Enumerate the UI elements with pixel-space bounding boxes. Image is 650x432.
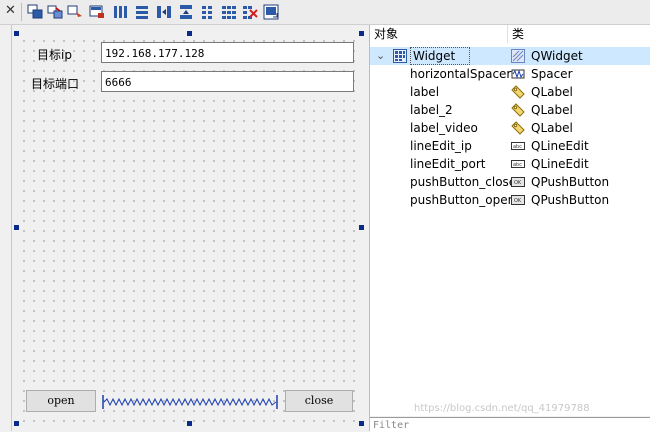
- close-button[interactable]: close: [285, 390, 353, 412]
- tree-class-name: QLabel: [531, 121, 573, 135]
- layout-vertical-splitter-icon[interactable]: [178, 4, 194, 20]
- tree-object-name: label: [410, 85, 440, 99]
- object-inspector: 对象 类 ⌄ Widget QWidget horizontalSpacer Sp…: [370, 25, 650, 416]
- tree-row[interactable]: lineEdit_ip abc QLineEdit: [370, 137, 650, 155]
- column-header-object[interactable]: 对象: [374, 25, 398, 43]
- pushbutton-icon: OK: [511, 195, 525, 205]
- resize-handle-top[interactable]: [187, 31, 192, 36]
- tree-class-name: QPushButton: [531, 175, 610, 189]
- ip-label: 目标ip: [37, 48, 72, 62]
- layout-horizontal-icon[interactable]: [112, 4, 128, 20]
- resize-handle-bottom-right[interactable]: [359, 421, 364, 426]
- column-separator[interactable]: [507, 25, 508, 43]
- lineedit-icon: abc: [511, 160, 525, 168]
- edit-widgets-icon[interactable]: [27, 4, 43, 20]
- column-header-class[interactable]: 类: [512, 25, 524, 43]
- svg-text:abc: abc: [513, 162, 522, 168]
- tree-row[interactable]: pushButton_open OK QPushButton: [370, 191, 650, 209]
- resize-handle-bottom-left[interactable]: [14, 421, 19, 426]
- tree-row[interactable]: horizontalSpacer Spacer: [370, 65, 650, 83]
- tree-row[interactable]: label QLabel: [370, 83, 650, 101]
- layout-vertical-icon[interactable]: [134, 4, 150, 20]
- chevron-down-icon[interactable]: ⌄: [376, 47, 385, 65]
- tree-row[interactable]: label_video QLabel: [370, 119, 650, 137]
- svg-text:OK: OK: [514, 198, 522, 204]
- edit-signals-slots-icon[interactable]: [47, 4, 63, 20]
- tree-row[interactable]: lineEdit_port abc QLineEdit: [370, 155, 650, 173]
- tree-object-name: pushButton_close: [410, 175, 517, 189]
- tree-row[interactable]: label_2 QLabel: [370, 101, 650, 119]
- svg-text:abc: abc: [513, 144, 522, 150]
- port-input[interactable]: 6666: [101, 71, 354, 92]
- designer-toolbar: ✕: [0, 0, 650, 25]
- watermark-text: https://blog.csdn.net/qq_41979788: [414, 403, 590, 414]
- qwidget-icon: [511, 49, 525, 63]
- toolbar-separator: [21, 3, 22, 21]
- adjust-size-icon[interactable]: [263, 4, 279, 20]
- label-tag-icon: [511, 85, 525, 99]
- layout-form-icon[interactable]: [199, 4, 215, 20]
- spacer-icon: [511, 69, 525, 79]
- tree-row[interactable]: pushButton_close OK QPushButton: [370, 173, 650, 191]
- tree-object-name: horizontalSpacer: [410, 67, 512, 81]
- break-layout-icon[interactable]: [242, 4, 258, 20]
- tree-class-name: QPushButton: [531, 193, 610, 207]
- port-label: 目标端口: [31, 77, 80, 91]
- tree-class-name: QLabel: [531, 85, 573, 99]
- tree-object-name: label_video: [410, 121, 478, 135]
- tree-object-name: label_2: [410, 103, 453, 117]
- open-button[interactable]: open: [26, 390, 96, 412]
- close-icon[interactable]: ✕: [5, 4, 19, 18]
- resize-handle-bottom[interactable]: [187, 421, 192, 426]
- tree-class-name: QLabel: [531, 103, 573, 117]
- tree-class-name: QLineEdit: [531, 139, 589, 153]
- tree-object-name: pushButton_open: [410, 193, 516, 207]
- filter-input[interactable]: Filter: [370, 417, 650, 432]
- label-tag-icon: [511, 121, 525, 135]
- svg-text:OK: OK: [514, 180, 522, 186]
- widget-box-edge: [0, 25, 12, 431]
- tree-class-name: QWidget: [531, 49, 583, 63]
- pushbutton-icon: OK: [511, 177, 525, 187]
- horizontal-spacer[interactable]: [102, 394, 278, 410]
- ip-input[interactable]: 192.168.177.128: [101, 42, 354, 63]
- tree-class-name: Spacer: [531, 67, 573, 81]
- filter-placeholder: Filter: [373, 420, 410, 431]
- lineedit-icon: abc: [511, 142, 525, 150]
- tree-class-name: QLineEdit: [531, 157, 589, 171]
- form-grid-icon: [393, 49, 407, 63]
- label-tag-icon: [511, 103, 525, 117]
- resize-handle-right[interactable]: [359, 225, 364, 230]
- layout-grid-icon[interactable]: [221, 4, 237, 20]
- edit-buddies-icon[interactable]: [67, 4, 83, 20]
- resize-handle-top-right[interactable]: [359, 31, 364, 36]
- tree-row-root[interactable]: ⌄ Widget QWidget: [370, 47, 650, 65]
- resize-handle-left[interactable]: [14, 225, 19, 230]
- resize-handle-top-left[interactable]: [14, 31, 19, 36]
- tree-object-name: lineEdit_ip: [410, 139, 472, 153]
- tree-object-name: lineEdit_port: [410, 157, 486, 171]
- layout-horizontal-splitter-icon[interactable]: [156, 4, 172, 20]
- tree-object-name: Widget: [410, 47, 471, 65]
- edit-tab-order-icon[interactable]: [89, 4, 105, 20]
